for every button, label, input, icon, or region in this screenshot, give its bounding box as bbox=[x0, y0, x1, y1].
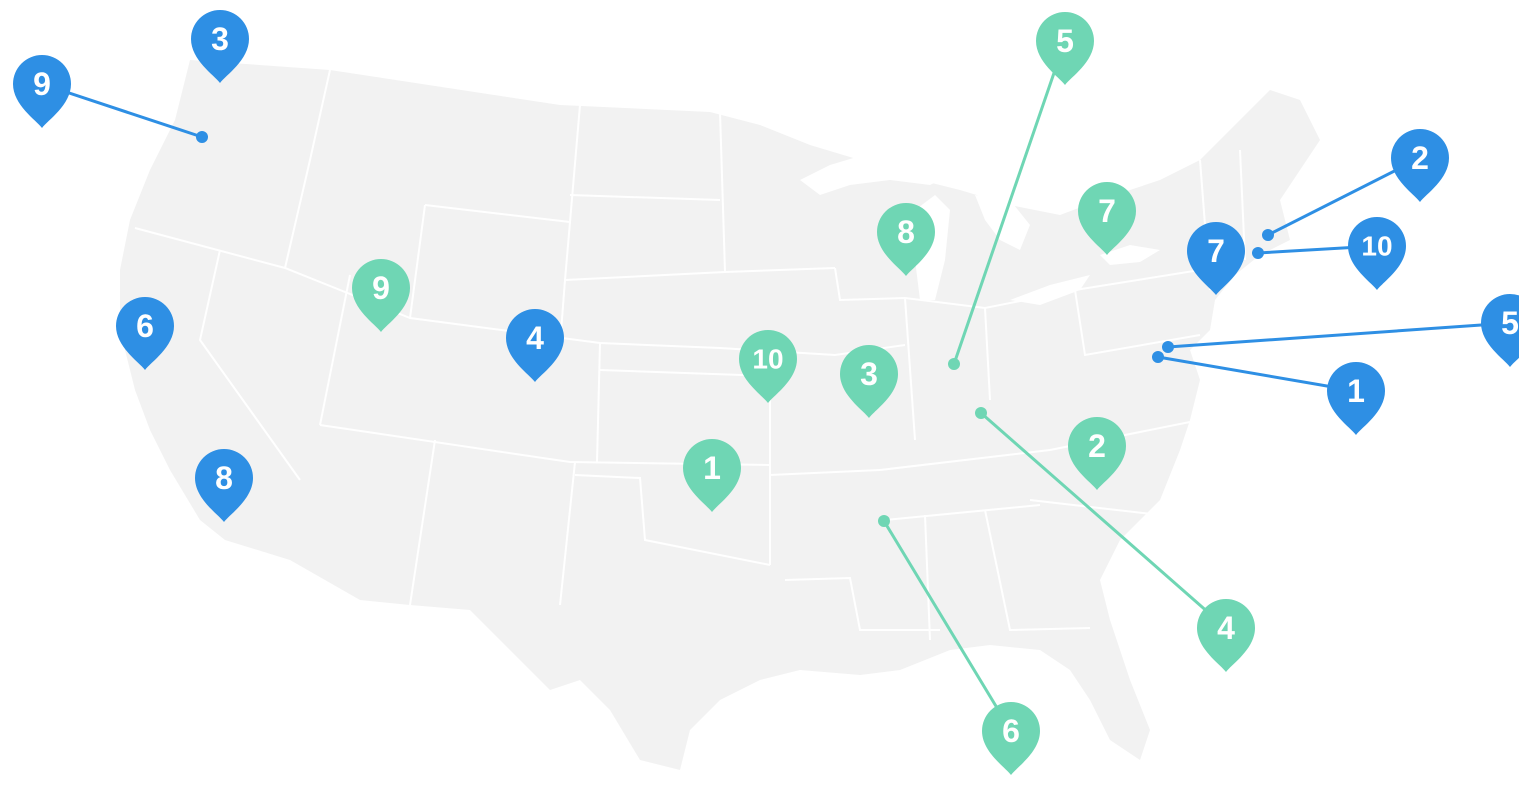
pin-label: 3 bbox=[860, 356, 878, 392]
us-landmass bbox=[120, 60, 1320, 770]
map-pin-b9[interactable]: 9 bbox=[13, 55, 71, 128]
map-canvas: 9 3 6 8 4 2 7 10 5 1 5 8 7 9 10 3 2 1 4 6 bbox=[13, 9, 1519, 775]
pin-label: 4 bbox=[526, 320, 544, 356]
pin-label: 9 bbox=[372, 270, 390, 306]
location-dot-b10 bbox=[1252, 247, 1264, 259]
pin-label: 2 bbox=[1088, 428, 1106, 464]
map-pin-g4[interactable]: 4 bbox=[1197, 599, 1255, 672]
pin-label: 6 bbox=[1002, 713, 1020, 749]
map-pin-g6[interactable]: 6 bbox=[982, 702, 1040, 775]
map-pin-g5[interactable]: 5 bbox=[1036, 12, 1094, 85]
pin-label: 6 bbox=[136, 308, 154, 344]
location-dot-g4 bbox=[975, 407, 987, 419]
map-pin-b10[interactable]: 10 bbox=[1348, 217, 1406, 290]
pin-label: 3 bbox=[211, 21, 229, 57]
pin-label: 9 bbox=[33, 66, 51, 102]
pin-label: 10 bbox=[752, 344, 783, 375]
pin-label: 1 bbox=[1347, 373, 1365, 409]
location-dot-b1 bbox=[1152, 351, 1164, 363]
location-dot-g6 bbox=[878, 515, 890, 527]
pin-label: 7 bbox=[1207, 233, 1225, 269]
us-map: 9 3 6 8 4 2 7 10 5 1 5 8 7 9 10 3 2 1 4 6 bbox=[0, 0, 1519, 785]
pin-label: 2 bbox=[1411, 140, 1429, 176]
map-pin-b1[interactable]: 1 bbox=[1327, 362, 1385, 435]
pin-label: 8 bbox=[897, 214, 915, 250]
map-pin-b2[interactable]: 2 bbox=[1391, 129, 1449, 202]
pin-label: 1 bbox=[703, 450, 721, 486]
location-dot-g5 bbox=[948, 358, 960, 370]
pin-label: 5 bbox=[1501, 305, 1519, 341]
location-dot-b2 bbox=[1262, 229, 1274, 241]
pin-label: 8 bbox=[215, 460, 233, 496]
map-pin-b5[interactable]: 5 bbox=[1481, 294, 1519, 367]
pin-label: 10 bbox=[1361, 231, 1392, 262]
pin-label: 7 bbox=[1098, 193, 1116, 229]
leader-line-b5 bbox=[1167, 321, 1511, 349]
location-dot-b5 bbox=[1162, 341, 1174, 353]
pin-label: 4 bbox=[1217, 610, 1235, 646]
pin-label: 5 bbox=[1056, 23, 1074, 59]
location-dot-b9 bbox=[196, 131, 208, 143]
